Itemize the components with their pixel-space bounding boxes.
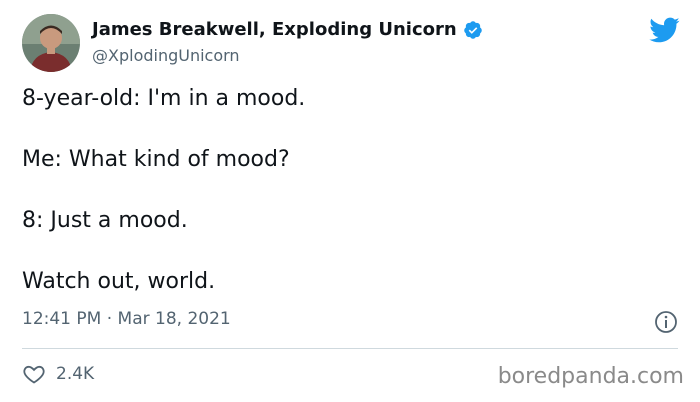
author-display-name[interactable]: James Breakwell, Exploding Unicorn (92, 19, 457, 40)
info-icon[interactable] (654, 310, 678, 334)
tweet-line: Me: What kind of mood? (22, 147, 290, 172)
heart-icon[interactable] (22, 362, 46, 386)
tweet-text: 8-year-old: I'm in a mood. Me: What kind… (22, 84, 682, 328)
tweet-timestamp[interactable]: 12:41 PM · Mar 18, 2021 (22, 309, 231, 329)
tweet-line: 8-year-old: I'm in a mood. (22, 86, 306, 111)
twitter-bird-icon[interactable] (648, 16, 680, 44)
like-count: 2.4K (56, 364, 95, 384)
watermark: boredpanda.com (497, 364, 684, 389)
divider (22, 348, 678, 349)
avatar[interactable] (22, 14, 80, 72)
avatar-image (22, 14, 80, 72)
tweet-line: 8: Just a mood. (22, 208, 188, 233)
author-name-row: James Breakwell, Exploding Unicorn (92, 19, 483, 40)
verified-badge-icon (463, 20, 482, 39)
author-handle[interactable]: @XplodingUnicorn (92, 46, 240, 65)
tweet-line: Watch out, world. (22, 269, 216, 294)
tweet-card: James Breakwell, Exploding Unicorn @Xplo… (0, 0, 700, 402)
like-action[interactable]: 2.4K (22, 362, 94, 386)
